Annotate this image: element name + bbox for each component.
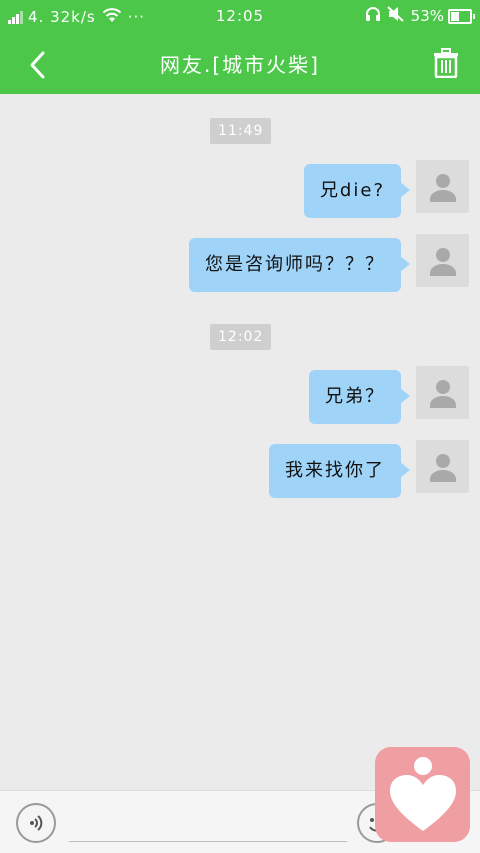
avatar[interactable] [416, 366, 469, 419]
status-bar: 4. 32k/s ··· 12:05 53% [0, 0, 480, 33]
delete-button[interactable] [426, 43, 466, 83]
battery-icon [448, 8, 475, 24]
voice-icon [30, 815, 43, 831]
back-arrow-icon [30, 51, 45, 79]
user-silhouette-icon [429, 453, 456, 482]
voice-button[interactable] [16, 803, 56, 843]
headset-icon [365, 6, 381, 26]
chat-screen: 4. 32k/s ··· 12:05 53% 网友.[城市火柴] 11:49 兄… [0, 0, 480, 853]
message-input[interactable] [69, 841, 347, 842]
message-bubble[interactable]: 我来找你了 [269, 444, 410, 498]
timestamp: 11:49 [210, 118, 272, 144]
heart-icon [389, 756, 456, 831]
avatar[interactable] [416, 440, 469, 493]
battery-percent: 53% [410, 7, 444, 25]
avatar[interactable] [416, 160, 469, 213]
message-bubble[interactable]: 兄die? [303, 164, 411, 218]
avatar[interactable] [416, 234, 469, 287]
floating-heart-button[interactable] [375, 747, 470, 842]
user-silhouette-icon [429, 173, 456, 202]
chat-title: 网友.[城市火柴] [160, 53, 320, 77]
message-list[interactable]: 11:49 兄die? 您是咨询师吗？？？ 12:02 兄弟？ 我来找你了 [0, 94, 480, 790]
message-bubble[interactable]: 您是咨询师吗？？？ [189, 238, 410, 292]
back-button[interactable] [18, 45, 58, 85]
mute-icon [386, 6, 405, 26]
title-bar: 网友.[城市火柴] [0, 33, 480, 94]
message-bubble[interactable]: 兄弟？ [309, 370, 410, 424]
status-right: 53% [359, 6, 475, 26]
user-silhouette-icon [429, 247, 456, 276]
trash-icon [434, 48, 458, 78]
timestamp: 12:02 [210, 324, 272, 350]
user-silhouette-icon [429, 379, 456, 408]
